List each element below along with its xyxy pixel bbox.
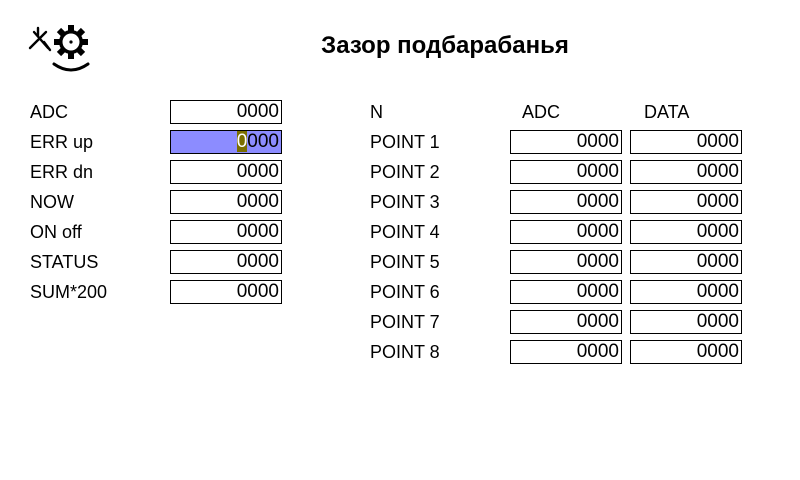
point-data-field[interactable]: 0000	[630, 160, 742, 184]
header-data: DATA	[644, 102, 690, 122]
label-sum-200: SUM*200	[30, 282, 108, 302]
point-adc-field[interactable]: 0000	[510, 220, 622, 244]
label-adc: ADC	[30, 102, 69, 122]
point-label: POINT 7	[370, 312, 440, 332]
point-adc-field[interactable]: 0000	[510, 250, 622, 274]
point-label: POINT 8	[370, 342, 440, 362]
header-n: N	[370, 102, 383, 122]
adc-field[interactable]: 0000	[170, 100, 282, 124]
point-data-field[interactable]: 0000	[630, 250, 742, 274]
label-now: NOW	[30, 192, 74, 212]
point-adc-field[interactable]: 0000	[510, 280, 622, 304]
point-data-field[interactable]: 0000	[630, 340, 742, 364]
point-adc-field[interactable]: 0000	[510, 160, 622, 184]
err-up-value-rest: 000	[247, 131, 279, 152]
label-err-up: ERR up	[30, 132, 94, 152]
point-label: POINT 3	[370, 192, 440, 212]
label-err-dn: ERR dn	[30, 162, 94, 182]
header-adc: ADC	[522, 102, 561, 122]
point-label: POINT 2	[370, 162, 440, 182]
point-adc-field[interactable]: 0000	[510, 310, 622, 334]
point-label: POINT 6	[370, 282, 440, 302]
err-dn-field[interactable]: 0000	[170, 160, 282, 184]
point-data-field[interactable]: 0000	[630, 220, 742, 244]
point-label: POINT 1	[370, 132, 440, 152]
label-status: STATUS	[30, 252, 99, 272]
point-adc-field[interactable]: 0000	[510, 340, 622, 364]
on-off-field[interactable]: 0000	[170, 220, 282, 244]
point-data-field[interactable]: 0000	[630, 130, 742, 154]
label-on-off: ON off	[30, 222, 82, 242]
now-field[interactable]: 0000	[170, 190, 282, 214]
point-data-field[interactable]: 0000	[630, 190, 742, 214]
point-data-field[interactable]: 0000	[630, 280, 742, 304]
page-title: Зазор подбарабанья	[321, 32, 569, 59]
point-adc-field[interactable]: 0000	[510, 130, 622, 154]
point-data-field[interactable]: 0000	[630, 310, 742, 334]
text-cursor: 0	[236, 131, 248, 152]
err-up-field[interactable]: 0000	[170, 130, 282, 154]
point-adc-field[interactable]: 0000	[510, 190, 622, 214]
sum-200-field[interactable]: 0000	[170, 280, 282, 304]
point-label: POINT 4	[370, 222, 440, 242]
status-field[interactable]: 0000	[170, 250, 282, 274]
point-label: POINT 5	[370, 252, 440, 272]
